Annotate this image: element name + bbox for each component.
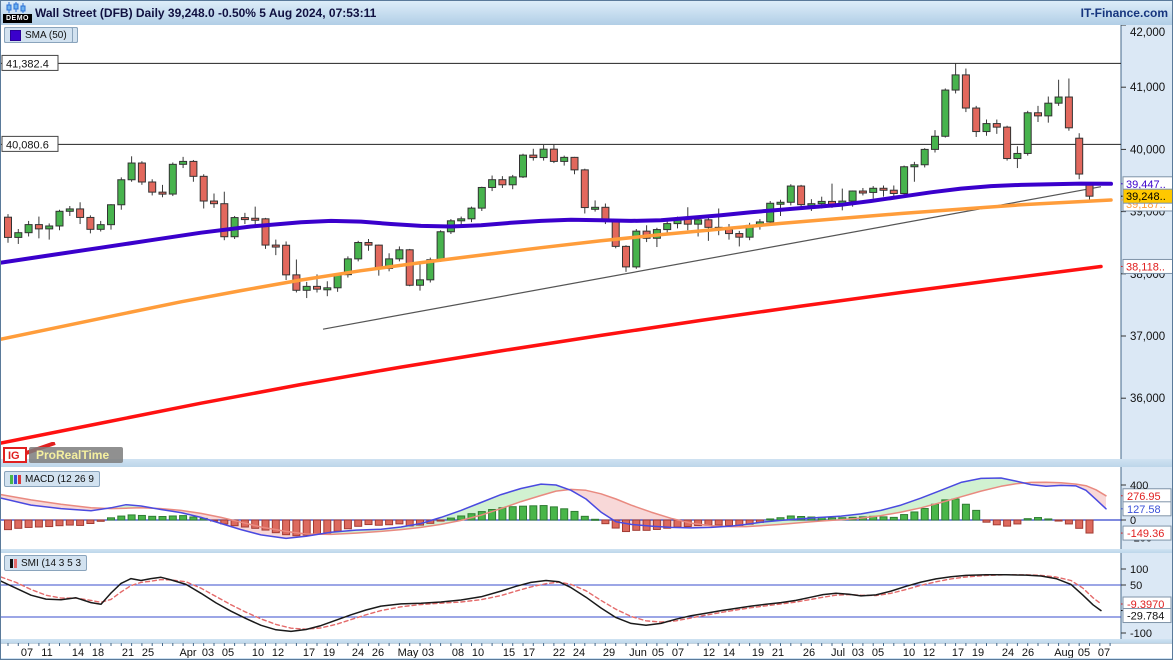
svg-text:10: 10 — [472, 647, 484, 658]
svg-text:May: May — [398, 647, 419, 658]
svg-text:39,248..: 39,248.. — [1126, 191, 1166, 203]
legend-sma50-label: SMA (50) — [25, 30, 67, 41]
legend-sma50-button[interactable]: SMA (50) — [4, 27, 73, 43]
svg-text:07: 07 — [21, 647, 33, 658]
svg-text:05: 05 — [222, 647, 234, 658]
svg-text:18: 18 — [92, 647, 104, 658]
svg-text:42,000: 42,000 — [1130, 27, 1165, 39]
prorealtime-logo[interactable]: IG ProRealTime — [3, 442, 128, 464]
svg-text:12: 12 — [272, 647, 284, 658]
svg-text:-100: -100 — [1130, 628, 1152, 639]
svg-text:17: 17 — [952, 647, 964, 658]
svg-text:15: 15 — [503, 647, 515, 658]
price-chart-panel[interactable]: 42,00041,00040,00039,00038,00037,00036,0… — [1, 25, 1173, 459]
header: DEMO Wall Street (DFB) Daily 39,248.0 -0… — [1, 1, 1173, 26]
svg-text:07: 07 — [1098, 647, 1110, 658]
svg-text:22: 22 — [553, 647, 565, 658]
svg-text:400: 400 — [1130, 480, 1148, 492]
ig-logo-text: IG — [8, 450, 20, 462]
header-left-stack: DEMO — [1, 1, 31, 25]
mini-chart-icon — [6, 2, 26, 13]
svg-text:50: 50 — [1130, 580, 1142, 592]
svg-text:14: 14 — [723, 647, 735, 658]
svg-text:03: 03 — [852, 647, 864, 658]
chart-window: DEMO Wall Street (DFB) Daily 39,248.0 -0… — [0, 0, 1173, 660]
svg-text:19: 19 — [752, 647, 764, 658]
macd-icon — [10, 475, 21, 484]
svg-text:Aug: Aug — [1054, 647, 1074, 658]
prt-text: ProRealTime — [36, 448, 109, 462]
svg-text:38,118..: 38,118.. — [1126, 261, 1165, 273]
date-axis[interactable]: 071114182125Apr0305101217192426May030810… — [1, 643, 1173, 658]
svg-text:12: 12 — [703, 647, 715, 658]
svg-text:07: 07 — [672, 647, 684, 658]
svg-text:Jul: Jul — [831, 647, 845, 658]
svg-text:17: 17 — [523, 647, 535, 658]
sma50-swatch-icon — [10, 30, 21, 41]
svg-text:41,000: 41,000 — [1130, 82, 1165, 94]
svg-text:21: 21 — [122, 647, 134, 658]
svg-text:05: 05 — [872, 647, 884, 658]
macd-indicator-label[interactable]: MACD (12 26 9 — [4, 471, 100, 487]
svg-text:08: 08 — [452, 647, 464, 658]
demo-badge: DEMO — [3, 14, 32, 23]
svg-text:24: 24 — [352, 647, 364, 658]
smi-panel[interactable]: 0-50-9.3970-29.78410050-100 — [1, 553, 1173, 639]
svg-text:41,382.4: 41,382.4 — [6, 58, 49, 70]
svg-text:0: 0 — [1130, 515, 1136, 527]
svg-text:19: 19 — [323, 647, 335, 658]
svg-text:24: 24 — [1002, 647, 1014, 658]
macd-panel[interactable]: -200276.95127.58-149.364000 — [1, 467, 1173, 549]
svg-text:03: 03 — [202, 647, 214, 658]
svg-text:100: 100 — [1130, 564, 1148, 576]
svg-text:05: 05 — [1078, 647, 1090, 658]
svg-text:17: 17 — [303, 647, 315, 658]
svg-text:10: 10 — [903, 647, 915, 658]
svg-text:10: 10 — [252, 647, 264, 658]
svg-text:14: 14 — [72, 647, 84, 658]
svg-text:-29.784: -29.784 — [1127, 611, 1164, 623]
svg-text:40,080.6: 40,080.6 — [6, 139, 49, 151]
svg-text:26: 26 — [1022, 647, 1034, 658]
svg-text:25: 25 — [142, 647, 154, 658]
svg-text:21: 21 — [772, 647, 784, 658]
smi-icon — [10, 559, 17, 568]
svg-text:12: 12 — [923, 647, 935, 658]
svg-text:26: 26 — [803, 647, 815, 658]
svg-text:03: 03 — [422, 647, 434, 658]
svg-text:36,000: 36,000 — [1130, 393, 1165, 405]
panel-divider-1[interactable] — [1, 459, 1173, 467]
brand-link[interactable]: IT-Finance.com — [1081, 6, 1168, 20]
svg-text:24: 24 — [573, 647, 585, 658]
svg-text:11: 11 — [41, 647, 52, 658]
svg-text:127.58: 127.58 — [1127, 504, 1161, 516]
svg-text:37,000: 37,000 — [1130, 331, 1165, 343]
svg-text:19: 19 — [972, 647, 984, 658]
svg-text:Apr: Apr — [179, 647, 196, 658]
svg-text:29: 29 — [603, 647, 615, 658]
svg-text:05: 05 — [652, 647, 664, 658]
smi-indicator-label[interactable]: SMI (14 3 5 3 — [4, 555, 87, 571]
svg-text:276.95: 276.95 — [1127, 491, 1161, 503]
svg-text:-149.36: -149.36 — [1127, 528, 1164, 540]
macd-label-text: MACD (12 26 9 — [25, 474, 94, 485]
svg-text:Jun: Jun — [629, 647, 647, 658]
smi-label-text: SMI (14 3 5 3 — [21, 558, 81, 569]
svg-text:26: 26 — [372, 647, 384, 658]
svg-text:40,000: 40,000 — [1130, 144, 1165, 156]
chart-title: Wall Street (DFB) Daily 39,248.0 -0.50% … — [35, 6, 376, 20]
